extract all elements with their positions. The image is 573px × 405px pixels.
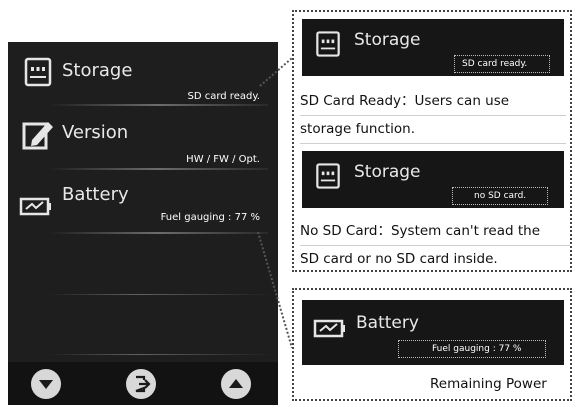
sd-card-icon <box>316 31 340 57</box>
storage-none-panel: Storage no SD card. <box>302 151 564 208</box>
battery-icon <box>313 319 345 338</box>
storage-ready-panel: Storage SD card ready. <box>302 19 564 76</box>
storage-none-description: No SD Card：System can't read the SD card… <box>300 218 570 273</box>
panel-fuel-gauge: Fuel gauging : 77 % <box>432 344 522 354</box>
description-line: SD Card Ready：Users can use <box>300 88 566 116</box>
sd-card-icon <box>316 163 340 189</box>
description-line: SD card or no SD card inside. <box>300 251 498 267</box>
battery-description: Remaining Power <box>430 371 570 398</box>
panel-status: no SD card. <box>474 191 527 201</box>
panel-title: Storage <box>354 30 421 50</box>
description-line: storage function. <box>300 116 566 144</box>
battery-panel: Battery Fuel gauging : 77 % <box>302 300 564 365</box>
panel-title: Storage <box>354 162 421 182</box>
storage-ready-description: SD Card Ready：Users can use storage func… <box>300 88 566 144</box>
description-line: Remaining Power <box>430 376 547 392</box>
panel-title: Battery <box>356 313 419 333</box>
panel-status: SD card ready. <box>462 59 528 69</box>
description-line: No SD Card：System can't read the <box>300 218 570 246</box>
